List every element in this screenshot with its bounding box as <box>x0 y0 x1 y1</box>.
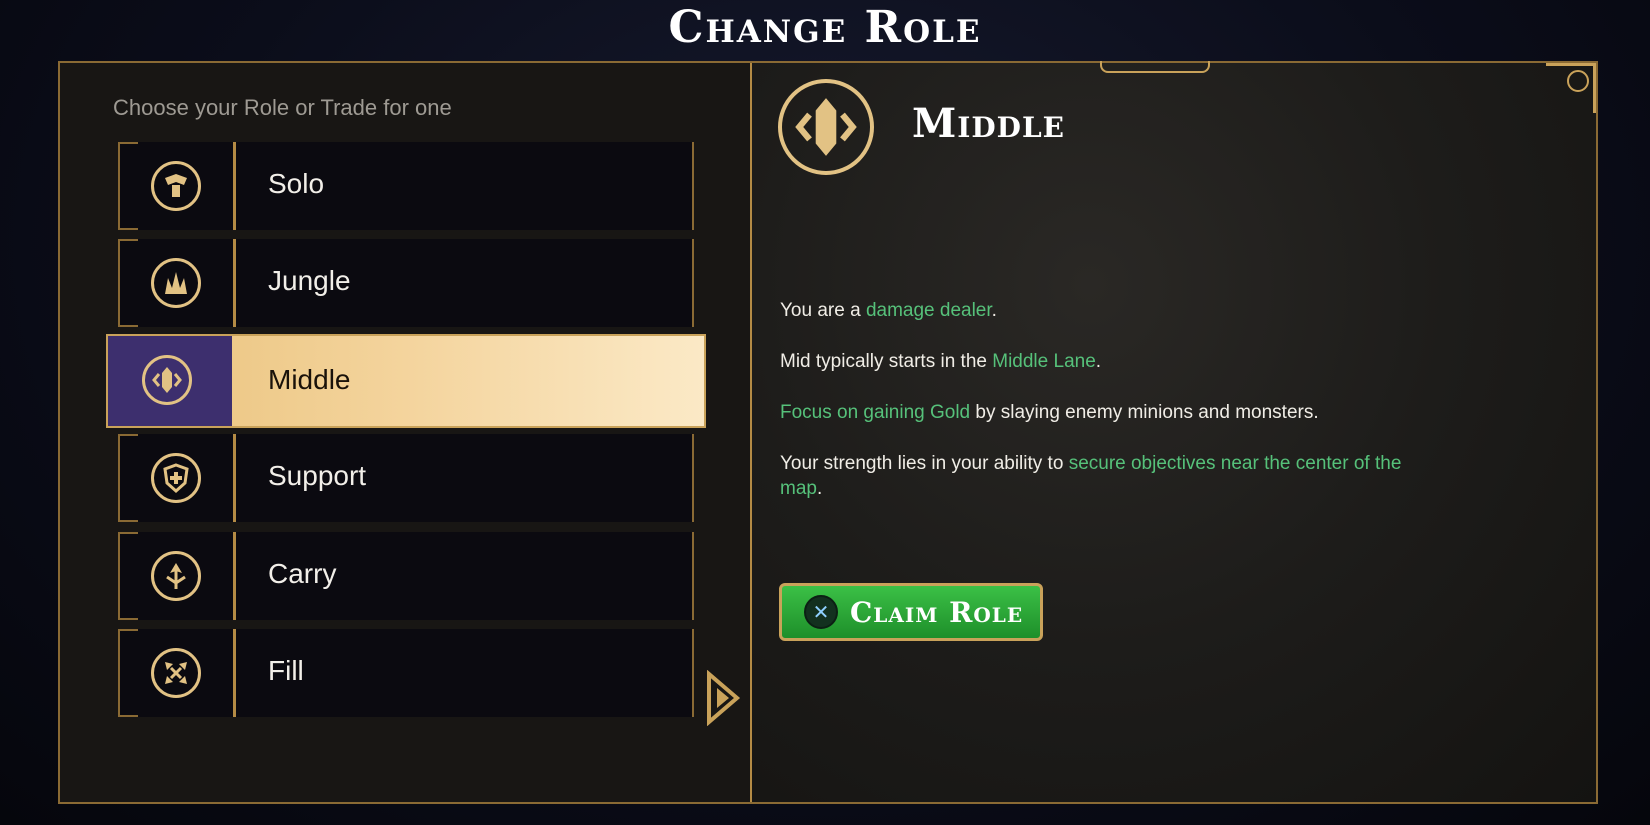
role-label: Solo <box>268 168 325 199</box>
desc-highlight: Focus on gaining Gold <box>780 402 971 423</box>
role-label: Middle <box>268 364 351 395</box>
role-description-line: You are a damage dealer. <box>780 298 1440 323</box>
role-detail-panel <box>752 61 1596 802</box>
claim-role-label: Claim Role <box>850 595 1024 629</box>
role-label: Fill <box>268 655 304 686</box>
desc-highlight: damage dealer <box>865 300 992 321</box>
role-list-panel: Choose your Role or Trade for one Solo J… <box>60 63 750 802</box>
fill-icon <box>151 648 201 698</box>
page-title: Change Role <box>668 2 982 53</box>
desc-text: . <box>1095 351 1102 372</box>
role-description-line: Focus on gaining Gold by slaying enemy m… <box>780 400 1440 425</box>
desc-highlight: Middle Lane <box>992 351 1096 372</box>
role-item-fill[interactable]: Fill <box>118 629 694 717</box>
claim-role-button[interactable]: ✕ Claim Role <box>779 583 1043 641</box>
top-ornament <box>1100 61 1210 73</box>
role-item-carry[interactable]: Carry <box>118 532 694 620</box>
desc-text: Your strength lies in your ability to <box>780 453 1069 474</box>
role-icon-cell <box>118 239 236 327</box>
cross-button-icon: ✕ <box>804 595 838 629</box>
desc-text: by slaying enemy minions and monsters. <box>970 402 1319 423</box>
role-label: Jungle <box>268 265 351 296</box>
role-item-support[interactable]: Support <box>118 434 694 522</box>
role-icon-cell <box>118 629 236 717</box>
role-icon-cell <box>118 532 236 620</box>
role-list-subtitle: Choose your Role or Trade for one <box>113 95 452 120</box>
role-item-solo[interactable]: Solo <box>118 142 694 230</box>
arrow-right-icon <box>707 670 741 726</box>
selected-role-name: Middle <box>912 100 1065 147</box>
role-item-jungle[interactable]: Jungle <box>118 239 694 327</box>
desc-text: . <box>816 478 823 499</box>
role-description-line: Your strength lies in your ability to se… <box>780 451 1440 501</box>
middle-icon <box>778 79 874 175</box>
role-label: Carry <box>268 558 337 589</box>
role-icon-cell <box>108 336 232 426</box>
role-label: Support <box>268 460 367 491</box>
support-icon <box>151 453 201 503</box>
carry-icon <box>151 551 201 601</box>
role-icon-cell <box>118 142 236 230</box>
desc-text: Mid typically starts in the <box>780 351 993 372</box>
role-icon-cell <box>118 434 236 522</box>
role-item-middle[interactable]: Middle <box>106 334 706 428</box>
solo-icon <box>151 161 201 211</box>
jungle-icon <box>151 258 201 308</box>
desc-text: . <box>991 300 997 321</box>
corner-ornament <box>1546 63 1596 113</box>
middle-icon <box>142 355 192 405</box>
desc-text: You are a <box>780 300 866 321</box>
role-description-line: Mid typically starts in the Middle Lane. <box>780 349 1440 374</box>
